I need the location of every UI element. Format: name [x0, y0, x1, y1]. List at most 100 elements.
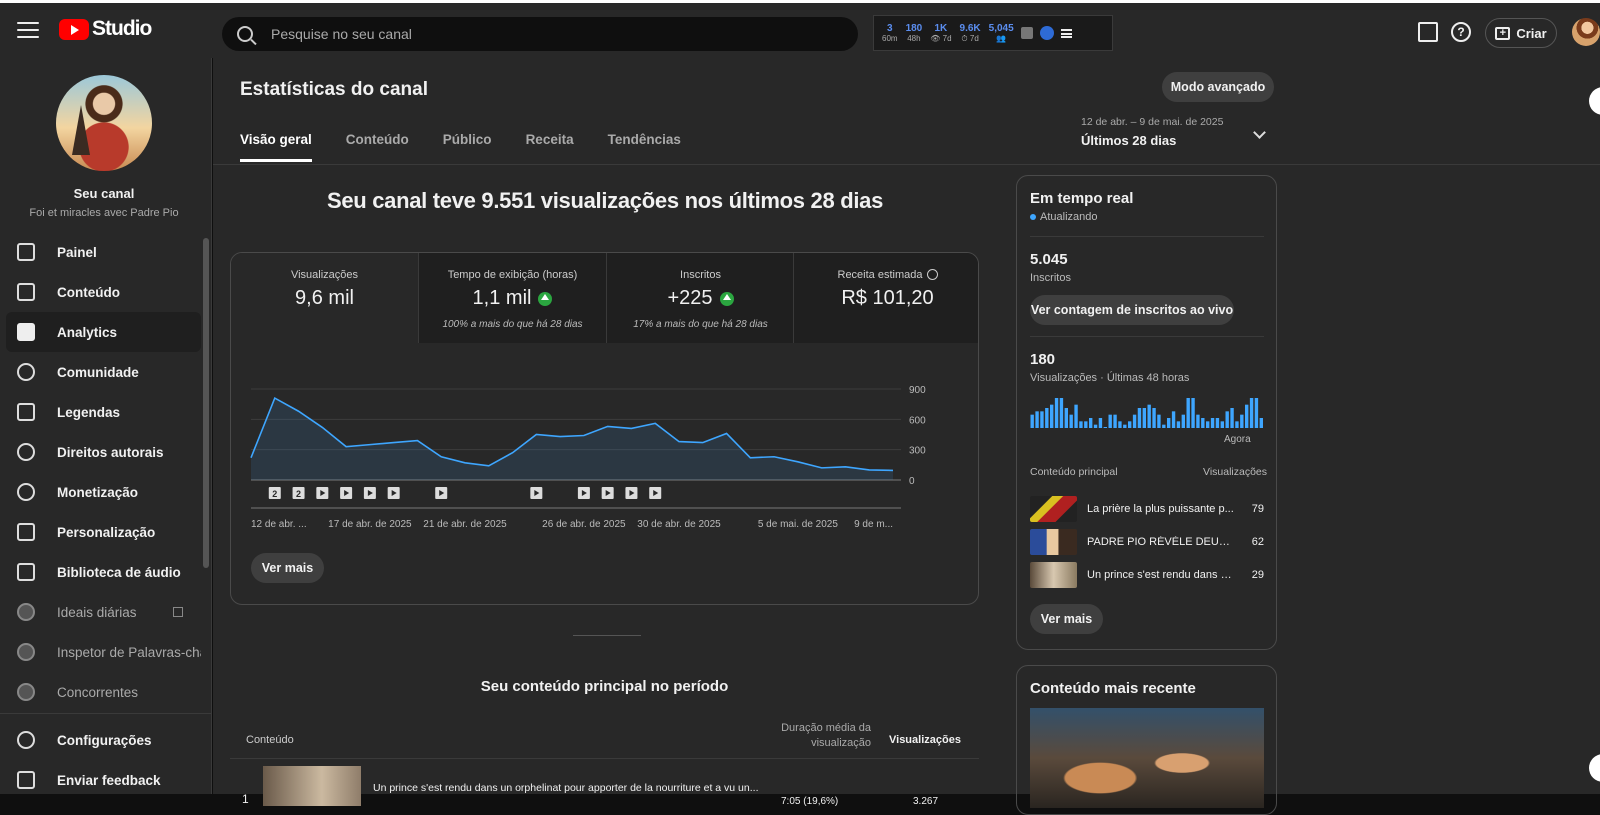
account-avatar[interactable] — [1572, 18, 1600, 46]
widget-menu-icon[interactable] — [1061, 29, 1072, 38]
logo-text: Studio — [92, 17, 151, 41]
sidebar-item-analytics[interactable]: Analytics — [6, 312, 201, 352]
extension-icon — [17, 683, 35, 701]
channel-avatar[interactable] — [56, 75, 152, 171]
realtime-card: Em tempo real Atualizando 5.045 Inscrito… — [1016, 175, 1277, 650]
sidebar-item-comunidade[interactable]: Comunidade — [6, 352, 201, 392]
metric-subscribers[interactable]: Inscritos +225 17% a mais do que há 28 d… — [607, 253, 794, 343]
live-subscribers-button[interactable]: Ver contagem de inscritos ao vivo — [1030, 295, 1234, 325]
column-header-content: Conteúdo — [246, 734, 294, 746]
search-input[interactable]: Pesquise no seu canal — [222, 17, 858, 51]
sidebar-item-monetizacao[interactable]: Monetização — [6, 472, 201, 512]
spark-bar — [1148, 405, 1151, 428]
spark-bar — [1206, 421, 1209, 428]
see-more-button[interactable]: Ver mais — [251, 553, 324, 583]
sidebar-item-conteudo[interactable]: Conteúdo — [6, 272, 201, 312]
metric-compare: 17% a mais do que há 28 dias — [607, 319, 794, 330]
analytics-icon — [17, 323, 35, 341]
date-range-picker[interactable]: 12 de abr. – 9 de mai. de 2025 Últimos 2… — [1081, 116, 1223, 148]
sidebar-item-label: Painel — [57, 245, 97, 260]
main-content: Estatísticas do canal Modo avançado Visã… — [213, 58, 1600, 794]
x-tick-label: 26 de abr. de 2025 — [542, 519, 626, 530]
extension-icon — [17, 603, 35, 621]
spark-bar — [1196, 415, 1199, 428]
extension-side-icon[interactable] — [1589, 87, 1600, 115]
advanced-mode-button[interactable]: Modo avançado — [1162, 72, 1274, 102]
upload-count-label: 2 — [296, 489, 301, 499]
see-more-button[interactable]: Ver mais — [1030, 604, 1103, 634]
recent-content-title: Conteúdo mais recente — [1030, 680, 1196, 697]
tab-receita[interactable]: Receita — [526, 132, 574, 162]
column-header-duration[interactable]: Duração média davisualização — [761, 721, 871, 751]
series-area — [251, 398, 893, 480]
realtime-title: Em tempo real — [1030, 190, 1133, 207]
stats-extension-widget[interactable]: 360m 18048h 1K👁 7d 9.6K⏱ 7d 5,045👥 — [873, 15, 1113, 51]
realtime-subscribers-label: Inscritos — [1030, 272, 1071, 284]
metric-value: +225 — [607, 287, 794, 310]
recent-video-thumbnail[interactable] — [1030, 708, 1264, 808]
video-views: 79 — [1252, 503, 1264, 515]
realtime-views-label: Visualizações · Últimas 48 horas — [1030, 372, 1189, 384]
realtime-subscribers-value: 5.045 — [1030, 251, 1068, 268]
metric-views[interactable]: Visualizações 9,6 mil — [231, 253, 418, 343]
y-tick-label: 900 — [909, 385, 926, 396]
metric-watch-time[interactable]: Tempo de exibição (horas) 1,1 mil 100% a… — [419, 253, 606, 343]
sidebar-item-configuracoes[interactable]: Configurações — [6, 720, 201, 760]
metric-value: R$ 101,20 — [794, 287, 979, 310]
video-thumbnail — [1030, 562, 1077, 588]
video-title[interactable]: Un prince s'est rendu dans un orphelinat… — [373, 782, 773, 794]
divider — [573, 635, 641, 636]
y-tick-label: 300 — [909, 446, 926, 457]
tab-conteudo[interactable]: Conteúdo — [346, 132, 409, 162]
spark-bar — [1143, 408, 1146, 428]
sidebar-item-inspetor-palavras[interactable]: Inspetor de Palavras-chav — [6, 632, 201, 672]
list-item[interactable]: Un prince s'est rendu dans u... 29 — [1030, 561, 1264, 589]
tab-publico[interactable]: Público — [443, 132, 492, 162]
sidebar-item-concorrentes[interactable]: Concorrentes — [6, 672, 201, 712]
chevron-down-icon[interactable] — [1253, 126, 1266, 139]
spark-bar — [1255, 398, 1258, 428]
list-item[interactable]: La prière la plus puissante p... 79 — [1030, 495, 1264, 523]
column-header-views[interactable]: Visualizações — [889, 734, 961, 746]
spark-bar — [1221, 421, 1224, 428]
sidebar-item-painel[interactable]: Painel — [6, 232, 201, 272]
extension-icon — [17, 643, 35, 661]
tab-tendencias[interactable]: Tendências — [608, 132, 681, 162]
top-content-title: Seu conteúdo principal no período — [230, 678, 979, 695]
spark-bar — [1104, 427, 1107, 428]
sidebar-item-label: Analytics — [57, 325, 117, 340]
sidebar-item-label: Biblioteca de áudio — [57, 565, 181, 580]
extension-side-icon[interactable] — [1589, 754, 1600, 782]
recent-content-card: Conteúdo mais recente — [1016, 665, 1277, 815]
metric-compare: 100% a mais do que há 28 dias — [419, 319, 606, 330]
spark-bar — [1191, 398, 1194, 428]
sidebar-item-direitos-autorais[interactable]: Direitos autorais — [6, 432, 201, 472]
divider — [1030, 336, 1264, 337]
overview-card: Visualizações 9,6 mil Tempo de exibição … — [230, 252, 979, 605]
sidebar-item-ideais-diarias[interactable]: Ideais diárias — [6, 592, 201, 632]
y-tick-label: 600 — [909, 415, 926, 426]
sidebar-item-biblioteca-audio[interactable]: Biblioteca de áudio — [6, 552, 201, 592]
spark-bar — [1182, 415, 1185, 428]
chart-icon[interactable] — [1021, 27, 1033, 39]
widget-stat: 9.6K⏱ 7d — [960, 23, 981, 44]
divider — [1030, 236, 1264, 237]
list-item[interactable]: PADRE PIO RÉVÈLE DEUX M... 62 — [1030, 528, 1264, 556]
create-button[interactable]: + Criar — [1485, 18, 1557, 48]
metric-revenue[interactable]: Receita estimada R$ 101,20 — [794, 253, 979, 343]
menu-icon[interactable] — [17, 22, 39, 38]
sidebar-item-enviar-feedback[interactable]: Enviar feedback — [6, 760, 201, 800]
feedback-icon[interactable] — [1418, 22, 1438, 42]
studio-logo[interactable]: Studio — [59, 17, 151, 41]
sidebar-item-personalizacao[interactable]: Personalização — [6, 512, 201, 552]
metric-label: Receita estimada — [794, 269, 979, 281]
spark-bar — [1157, 415, 1160, 428]
tab-visao-geral[interactable]: Visão geral — [240, 132, 312, 162]
extension-badge-icon[interactable] — [1040, 26, 1054, 40]
spark-bar — [1138, 408, 1141, 428]
help-icon[interactable]: ? — [1451, 22, 1471, 42]
video-thumbnail[interactable] — [263, 766, 361, 806]
sidebar-item-legendas[interactable]: Legendas — [6, 392, 201, 432]
metric-label: Tempo de exibição (horas) — [419, 269, 606, 281]
sidebar-scrollbar[interactable] — [203, 238, 209, 568]
